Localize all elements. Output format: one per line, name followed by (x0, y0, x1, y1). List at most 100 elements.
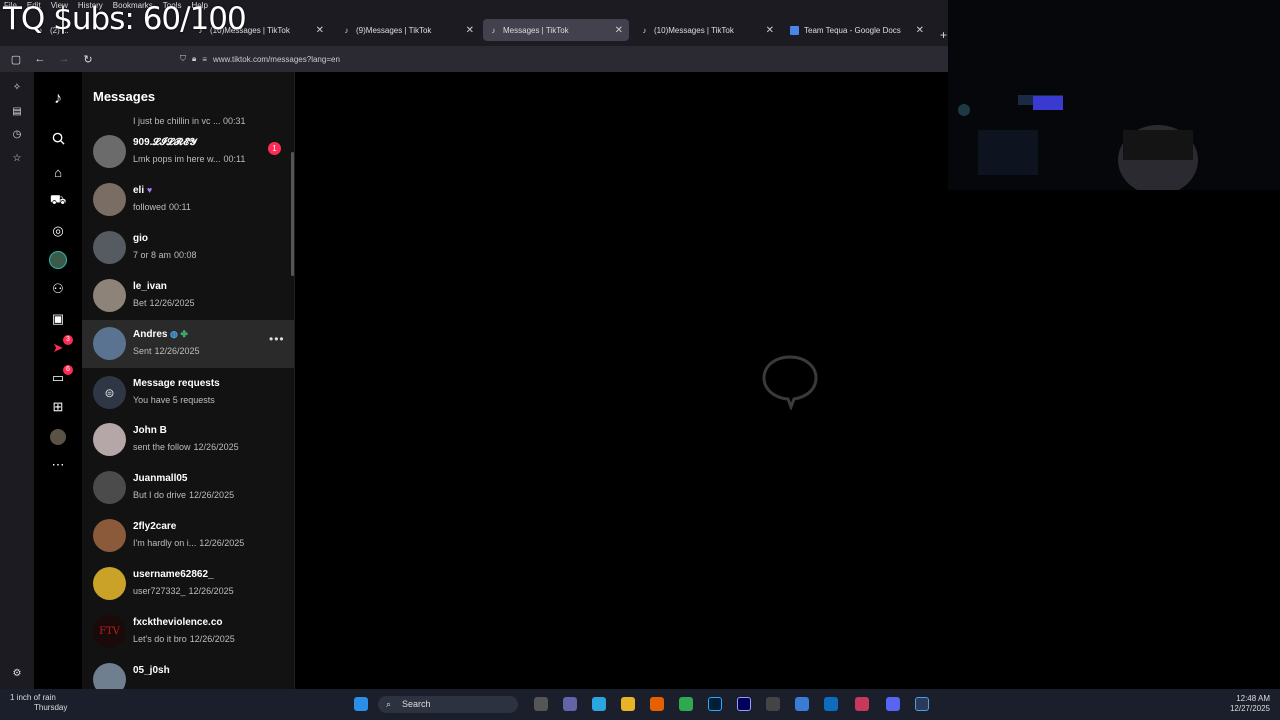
conversation-row[interactable]: Juanmall05 But I do drive 12/26/2025 (82, 464, 294, 512)
conversation-preview: Lmk pops im here w... 00:11 (133, 154, 246, 164)
messages-icon[interactable]: ▭ 6 (48, 365, 73, 388)
new-tab-button[interactable]: + (940, 28, 947, 42)
conversation-row[interactable]: 909.𝓛𝓘𝓛𝓡𝓔𝓨 Lmk pops im here w... 00:11 1 (82, 128, 294, 176)
conversation-name: eli ♥ (133, 185, 153, 196)
conversation-name: gio (133, 233, 148, 244)
chat-bubble-icon (762, 355, 818, 410)
edge-icon[interactable] (824, 697, 838, 711)
conversation-row[interactable]: FTV fxcktheviolence.co Let's do it bro 12… (82, 608, 294, 656)
sidebar-toggle-icon[interactable]: ▢ (8, 51, 24, 67)
friends-icon[interactable]: ⚇ (48, 279, 68, 299)
ai-icon[interactable]: ✧ (11, 82, 23, 94)
close-icon[interactable]: ✕ (916, 25, 924, 36)
conversation-row[interactable]: John B sent the follow 12/26/2025 (82, 416, 294, 464)
reload-button[interactable]: ↻ (80, 51, 96, 67)
close-icon[interactable]: ✕ (766, 25, 774, 36)
tab-4[interactable]: ♪ Messages | TikTok ✕ (483, 19, 629, 41)
close-icon[interactable]: ✕ (615, 25, 623, 36)
close-icon[interactable]: ✕ (316, 25, 324, 36)
avatar (93, 423, 126, 456)
task-view-icon[interactable] (534, 697, 548, 711)
teams-icon[interactable] (563, 697, 577, 711)
conversation-row[interactable]: 2fly2care I'm hardly on i... 12/26/2025 (82, 512, 294, 560)
shop-icon[interactable]: ⛟ (48, 191, 68, 211)
page-icon: ≡ (202, 54, 207, 64)
more-icon[interactable]: ⋯ (48, 455, 68, 475)
google-docs-icon (790, 25, 799, 35)
chrome-icon[interactable] (679, 697, 693, 711)
messages-panel: Messages I just be chillin in vc ... 00:… (82, 72, 295, 689)
account-avatar[interactable] (48, 427, 68, 447)
taskbar: 1 inch of rain Thursday ⌕ Search 12:48 A… (0, 689, 1280, 720)
tab-3[interactable]: ♪ (9)Messages | TikTok ✕ (336, 19, 480, 41)
live-icon[interactable]: ▣ (48, 309, 68, 329)
lock-icon: 🔒︎ (192, 54, 197, 63)
verified-badge-icon: ♥ (146, 185, 153, 195)
photoshop-icon[interactable] (708, 697, 722, 711)
activity-badge: 3 (63, 335, 73, 345)
conversation-preview: You have 5 requests (133, 395, 215, 405)
copilot-icon[interactable] (592, 697, 606, 711)
weather-widget[interactable]: 1 inch of rain Thursday (10, 693, 67, 713)
firefox-icon[interactable] (650, 697, 664, 711)
conversation-row[interactable]: Andres ◍ ✤ Sent 12/26/2025 ••• (82, 320, 294, 368)
avatar (93, 519, 126, 552)
tiktok-logo-icon[interactable]: ♪ (48, 89, 68, 109)
tabs-icon[interactable]: ▤ (11, 106, 23, 118)
more-options-button[interactable]: ••• (269, 332, 285, 346)
webcam-image (948, 0, 1280, 190)
conversation-name: fxcktheviolence.co (133, 617, 223, 628)
conversation-row[interactable]: 05_j0sh (82, 656, 294, 689)
taskbar-search[interactable]: ⌕ Search (378, 696, 518, 713)
avatar (93, 663, 126, 689)
store-icon[interactable] (795, 697, 809, 711)
conversation-row[interactable]: username62862_ user727332_ 12/26/2025 (82, 560, 294, 608)
url-bar[interactable]: ⛉ 🔒︎ ≡ www.tiktok.com/messages?lang=en (180, 50, 940, 68)
tiktok-icon: ♪ (344, 25, 349, 35)
message-requests-row[interactable]: ⊜ Message requests You have 5 requests (82, 369, 294, 417)
conversation-preview: Let's do it bro 12/26/2025 (133, 634, 235, 644)
profile-avatar[interactable] (48, 250, 68, 270)
upload-icon[interactable]: ⊞ (48, 397, 68, 417)
tab-6[interactable]: Team Tequa - Google Docs ✕ (784, 19, 930, 41)
windows-start-icon[interactable] (354, 697, 368, 711)
conversation-name: le_ivan (133, 281, 167, 292)
conversation-row[interactable]: le_ivan Bet 12/26/2025 (82, 272, 294, 320)
conversation-row[interactable]: eli ♥ followed 00:11 (82, 176, 294, 224)
explore-icon[interactable]: ◎ (48, 221, 68, 241)
tiktok-nav: ♪ ⌂ ⛟ ◎ ⚇ ▣ ➤ 3 ▭ 6 ⊞ ⋯ (34, 72, 82, 689)
file-explorer-icon[interactable] (621, 697, 635, 711)
back-button[interactable]: ← (32, 51, 48, 67)
conversation-name: username62862_ (133, 569, 214, 580)
activity-icon[interactable]: ➤ 3 (48, 335, 73, 358)
forward-button[interactable]: → (56, 51, 72, 67)
conversation-preview: followed 00:11 (133, 202, 191, 212)
history-icon[interactable]: ◷ (11, 129, 23, 141)
conversation-name: 909.𝓛𝓘𝓛𝓡𝓔𝓨 (133, 137, 197, 148)
clover-icon: ✤ (177, 329, 188, 339)
tiktok-icon: ♪ (642, 25, 647, 35)
avatar (93, 135, 126, 168)
conversation-name: 05_j0sh (133, 665, 170, 676)
discord-icon[interactable] (886, 697, 900, 711)
avatar (93, 327, 126, 360)
settings-icon[interactable] (766, 697, 780, 711)
premiere-icon[interactable] (737, 697, 751, 711)
app-icon[interactable] (915, 697, 929, 711)
bookmark-icon[interactable]: ☆ (11, 153, 23, 165)
system-clock[interactable]: 12:48 AM 12/27/2025 (1230, 694, 1270, 714)
search-icon[interactable] (48, 128, 68, 148)
conversation-preview: sent the follow 12/26/2025 (133, 442, 239, 452)
url-text: www.tiktok.com/messages?lang=en (212, 54, 340, 64)
conversation-name: Juanmall05 (133, 473, 188, 484)
message-requests-icon: ⊜ (93, 376, 126, 409)
obs-icon[interactable] (855, 697, 869, 711)
scrollbar[interactable] (291, 152, 294, 276)
partial-preview: I just be chillin in vc ... 00:31 (133, 116, 246, 126)
home-icon[interactable]: ⌂ (48, 162, 68, 182)
settings-icon[interactable]: ⚙ (11, 668, 23, 680)
conversation-row[interactable]: gio 7 or 8 am 00:08 (82, 224, 294, 272)
conversation-preview: I'm hardly on i... 12/26/2025 (133, 538, 245, 548)
close-icon[interactable]: ✕ (466, 25, 474, 36)
tab-5[interactable]: ♪ (10)Messages | TikTok ✕ (634, 19, 780, 41)
